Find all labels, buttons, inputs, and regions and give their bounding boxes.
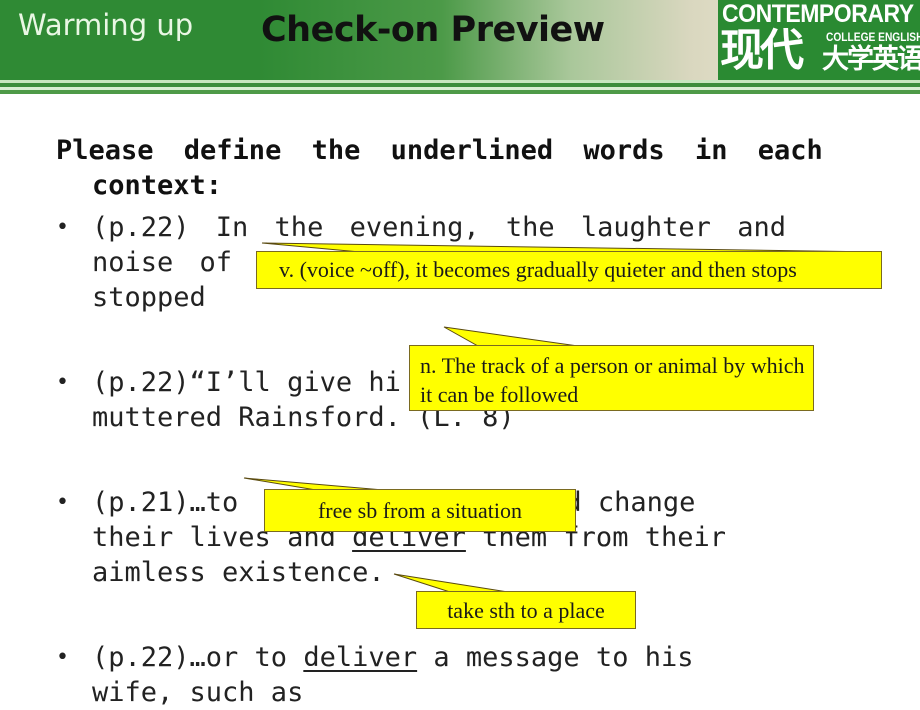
list-item-line: wife, such as — [92, 677, 304, 708]
logo-chinese-small: 大学英语 — [822, 44, 920, 75]
bullet-icon: • — [56, 645, 69, 670]
instruction-line-2: context: — [92, 170, 223, 201]
text-segment: a message to his — [417, 642, 694, 673]
header-divider-stripe — [0, 90, 920, 94]
definition-callout: n. The track of a person or animal by wh… — [409, 345, 814, 411]
definition-callout: v. (voice ~off), it becomes gradually qu… — [256, 251, 882, 289]
logo-chinese-big: 现代 — [720, 25, 804, 76]
bullet-icon: • — [56, 215, 69, 240]
text-segment: (p.21)…to — [92, 487, 239, 518]
logo-english-subtitle: COLLEGE ENGLISH — [826, 30, 920, 44]
instruction-line-1: Please define the underlined words in ea… — [56, 135, 823, 166]
text-segment: (p.22)…or to — [92, 642, 304, 673]
instruction-text: Please define the underlined words in ea… — [56, 133, 876, 203]
callout-tail — [443, 326, 579, 347]
bullet-icon: • — [56, 490, 69, 515]
logo-english-title: CONTEMPORARY — [722, 0, 914, 28]
section-label: Warming up — [18, 8, 194, 42]
page-title: Check-on Preview — [261, 10, 605, 50]
list-item: • (p.22)…or to deliver a message to his … — [56, 640, 876, 710]
textbook-logo: CONTEMPORARY 现代 COLLEGE ENGLISH 大学英语 — [718, 0, 920, 80]
list-item-line: (p.22) In the evening, the laughter and — [92, 212, 786, 243]
list-item-line: (p.22)…or to deliver a message to his — [56, 640, 876, 675]
list-item-line: aimless existence. — [92, 557, 385, 588]
slide-header: Warming up Check-on Preview CONTEMPORARY… — [0, 0, 920, 80]
definition-callout: free sb from a situation — [264, 489, 576, 532]
definition-callout: take sth to a place — [416, 591, 636, 629]
bullet-icon: • — [56, 370, 69, 395]
underlined-word: deliver — [303, 642, 418, 673]
